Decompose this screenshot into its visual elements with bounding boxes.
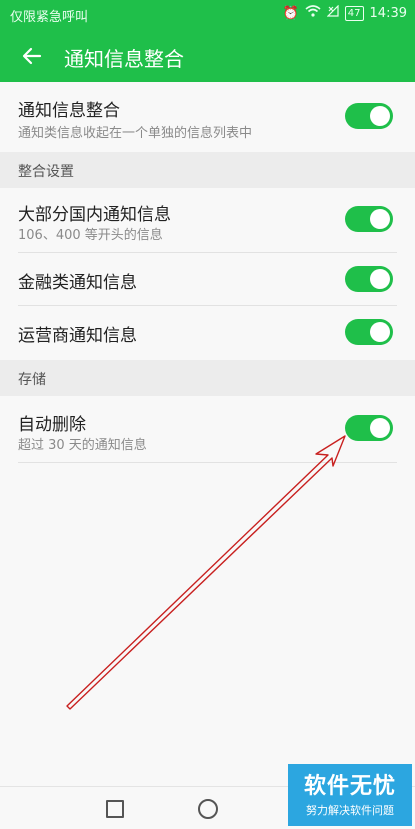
auto-delete-toggle[interactable]: [345, 415, 393, 441]
alarm-icon: ⏰: [282, 5, 299, 21]
battery-indicator: 47: [344, 5, 364, 21]
section-header-integration: 整合设置: [0, 152, 415, 188]
status-bar: 仅限紧急呼叫 ⏰ 47 14:39: [0, 0, 415, 30]
setting-subtitle: 超过 30 天的通知信息: [18, 438, 147, 453]
setting-row-carrier-notifications[interactable]: 运营商通知信息: [0, 306, 415, 358]
setting-title: 大部分国内通知信息: [18, 205, 171, 225]
setting-subtitle: 106、400 等开头的信息: [18, 228, 163, 243]
carrier-notifications-toggle[interactable]: [345, 319, 393, 345]
setting-subtitle: 通知类信息收起在一个单独的信息列表中: [18, 126, 253, 141]
page-title: 通知信息整合: [64, 47, 184, 71]
section-label: 存储: [18, 372, 46, 388]
setting-row-notification-merge[interactable]: 通知信息整合 通知类信息收起在一个单独的信息列表中: [0, 82, 415, 150]
toggle-knob: [370, 418, 390, 438]
carrier-text: 仅限紧急呼叫: [10, 10, 89, 25]
section-label: 整合设置: [18, 164, 74, 180]
setting-title: 金融类通知信息: [18, 273, 137, 293]
setting-title: 自动删除: [18, 415, 86, 435]
toggle-knob: [370, 322, 390, 342]
no-signal-icon: [326, 4, 339, 21]
toggle-knob: [370, 209, 390, 229]
wifi-icon: [305, 5, 321, 21]
setting-row-auto-delete[interactable]: 自动删除 超过 30 天的通知信息: [0, 396, 415, 462]
app-bar: 通知信息整合: [0, 30, 415, 82]
recent-apps-button[interactable]: [106, 800, 124, 818]
setting-row-finance-notifications[interactable]: 金融类通知信息: [0, 253, 415, 305]
finance-notifications-toggle[interactable]: [345, 266, 393, 292]
status-icons: ⏰ 47 14:39: [282, 4, 407, 21]
watermark-title: 软件无忧: [303, 774, 396, 799]
setting-title: 通知信息整合: [18, 101, 120, 121]
notification-merge-toggle[interactable]: [345, 103, 393, 129]
back-button[interactable]: [12, 36, 52, 76]
clock-time: 14:39: [369, 5, 407, 21]
section-header-storage: 存储: [0, 360, 415, 396]
home-button[interactable]: [198, 799, 218, 819]
toggle-knob: [370, 106, 390, 126]
row-divider: [18, 462, 397, 463]
setting-title: 运营商通知信息: [18, 326, 137, 346]
toggle-knob: [370, 269, 390, 289]
setting-row-domestic-notifications[interactable]: 大部分国内通知信息 106、400 等开头的信息: [0, 188, 415, 252]
watermark-logo: 软件无忧 努力解决软件问题: [288, 764, 412, 826]
back-arrow-icon: [22, 47, 42, 65]
watermark-subtitle: 努力解决软件问题: [306, 804, 394, 817]
domestic-notifications-toggle[interactable]: [345, 206, 393, 232]
